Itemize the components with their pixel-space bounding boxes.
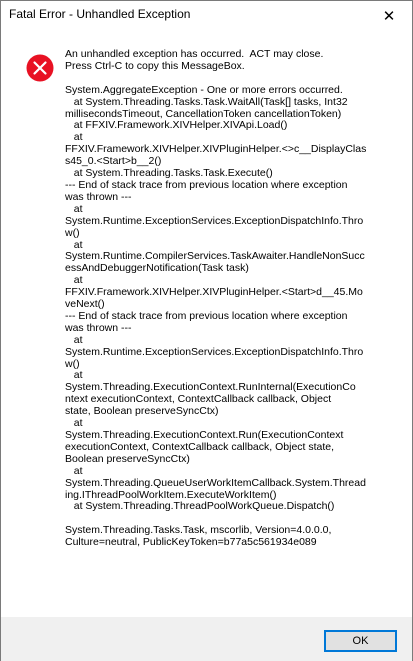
exception-message: An unhandled exception has occurred. ACT…: [65, 48, 367, 549]
title-bar[interactable]: Fatal Error - Unhandled Exception ✕: [1, 1, 412, 30]
button-bar: OK: [1, 617, 412, 661]
ok-button[interactable]: OK: [324, 630, 397, 652]
message-box-window: Fatal Error - Unhandled Exception ✕ An u…: [0, 0, 413, 661]
close-icon: ✕: [382, 7, 396, 25]
window-title: Fatal Error - Unhandled Exception: [9, 7, 191, 21]
message-content: An unhandled exception has occurred. ACT…: [1, 30, 412, 617]
close-button[interactable]: ✕: [366, 1, 412, 30]
error-icon: [26, 54, 54, 82]
